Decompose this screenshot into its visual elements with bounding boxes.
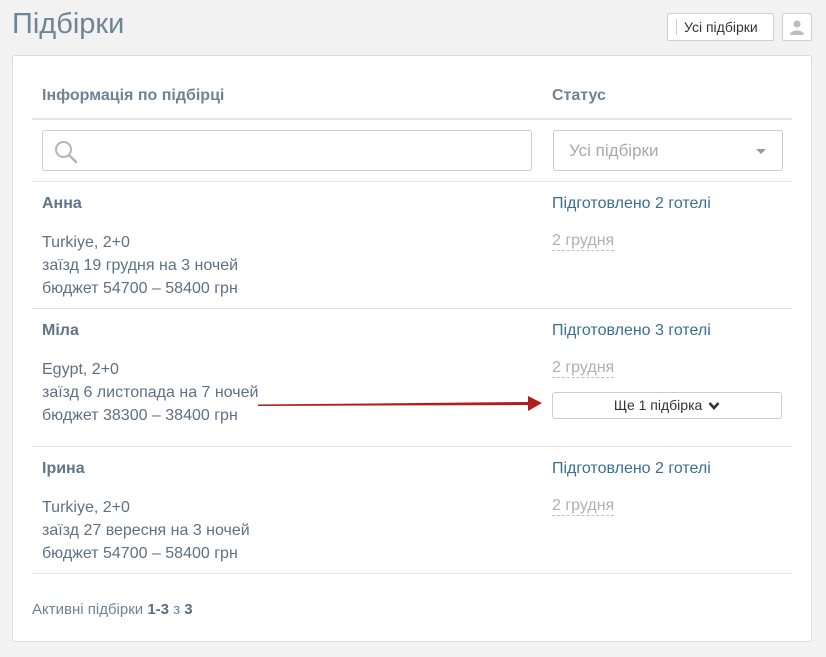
column-header-info: Інформація по підбірці xyxy=(42,87,225,104)
chevron-down-icon xyxy=(756,149,766,154)
status-link[interactable]: Підготовлено 3 готелі xyxy=(552,322,711,340)
checkin-text: заїзд 6 листопада на 7 ночей xyxy=(42,384,259,401)
status-link[interactable]: Підготовлено 2 готелі xyxy=(552,195,711,213)
client-name[interactable]: Міла xyxy=(42,322,79,340)
all-selections-button[interactable]: Усі підбірки xyxy=(667,13,774,41)
pagination-summary: Активні підбірки 1-3 з 3 xyxy=(32,601,193,618)
pagination-prefix: Активні підбірки xyxy=(32,601,144,618)
row-divider xyxy=(32,308,792,309)
status-filter-value: Усі підбірки xyxy=(569,141,659,160)
status-date[interactable]: 2 грудня xyxy=(552,358,615,378)
search-icon xyxy=(55,141,78,164)
destination-text: Turkiye, 2+0 xyxy=(42,499,130,516)
user-icon xyxy=(790,20,804,35)
row-divider xyxy=(32,446,792,447)
selection-info: Egypt, 2+0 заїзд 6 листопада на 7 ночей … xyxy=(42,358,258,427)
user-menu-button[interactable] xyxy=(782,13,812,41)
checkin-text: заїзд 19 грудня на 3 ночей xyxy=(42,257,239,274)
row-divider xyxy=(32,181,792,182)
more-selections-label: Ще 1 підбірка xyxy=(613,397,703,413)
budget-text: бюджет 54700 – 58400 грн xyxy=(42,280,238,297)
client-name[interactable]: Анна xyxy=(42,195,82,213)
destination-text: Turkiye, 2+0 xyxy=(42,234,130,251)
budget-text: бюджет 38300 – 38400 грн xyxy=(42,407,238,424)
column-header-status: Статус xyxy=(552,87,606,104)
status-filter-select[interactable]: Усі підбірки xyxy=(553,130,783,171)
status-date[interactable]: 2 грудня xyxy=(552,231,615,251)
row-divider xyxy=(32,573,792,574)
more-selections-button[interactable]: Ще 1 підбірка xyxy=(552,392,782,419)
pagination-total: 3 xyxy=(184,601,193,618)
header-divider xyxy=(32,118,792,120)
chevron-down-icon xyxy=(708,402,720,410)
selection-info: Turkiye, 2+0 заїзд 19 грудня на 3 ночей … xyxy=(42,231,238,300)
checkin-text: заїзд 27 вересня на 3 ночей xyxy=(42,522,250,539)
pagination-of: з xyxy=(173,601,181,618)
page-title: Підбірки xyxy=(12,8,125,40)
search-input[interactable] xyxy=(42,130,532,171)
status-link[interactable]: Підготовлено 2 готелі xyxy=(552,460,711,478)
selection-info: Turkiye, 2+0 заїзд 27 вересня на 3 ночей… xyxy=(42,496,250,565)
destination-text: Egypt, 2+0 xyxy=(42,361,119,378)
client-name[interactable]: Ірина xyxy=(42,460,85,478)
status-date[interactable]: 2 грудня xyxy=(552,496,615,516)
selections-panel: Інформація по підбірці Статус Усі підбір… xyxy=(12,55,812,642)
budget-text: бюджет 54700 – 58400 грн xyxy=(42,545,238,562)
pagination-range: 1-3 xyxy=(147,601,170,618)
